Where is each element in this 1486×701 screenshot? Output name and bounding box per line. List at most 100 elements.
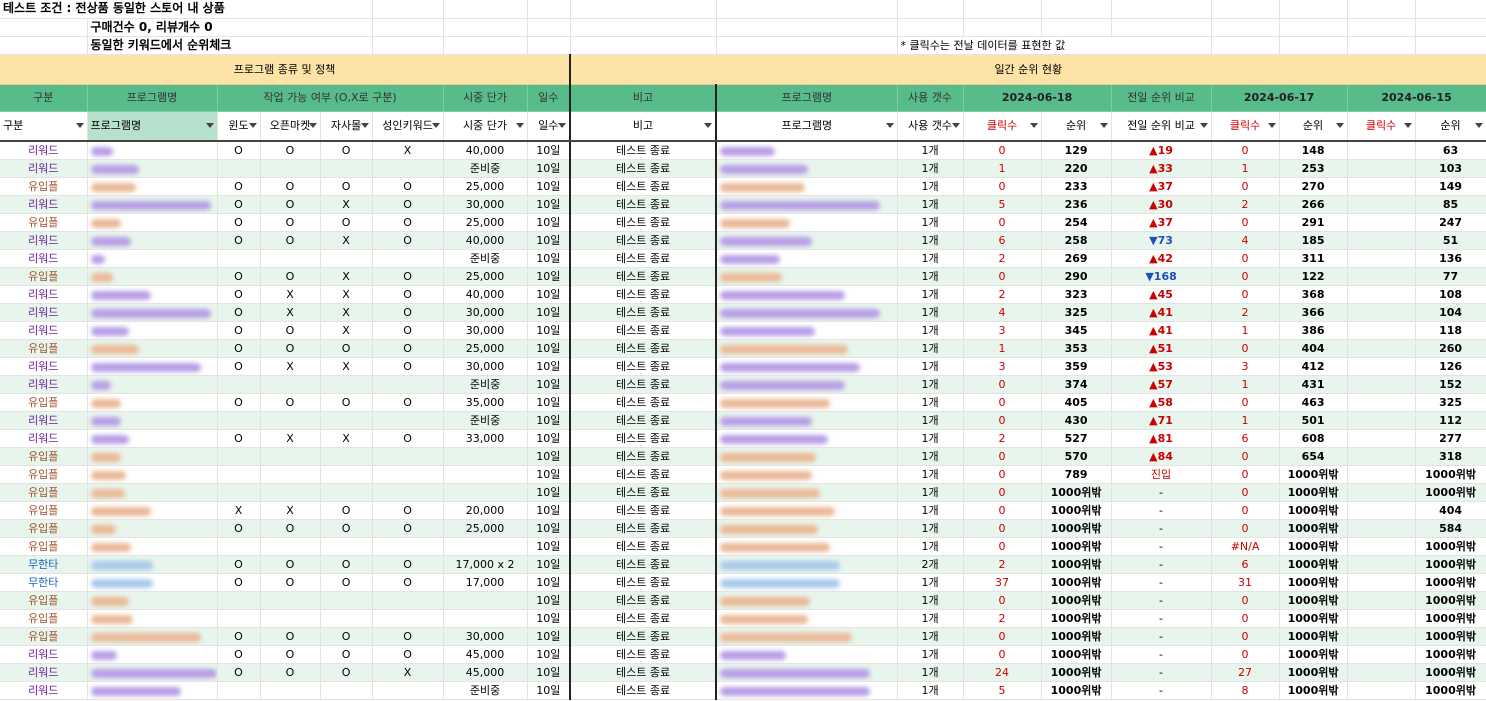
cell-count[interactable]: 1개 bbox=[897, 177, 964, 196]
cell-count[interactable]: 1개 bbox=[897, 627, 964, 646]
cell-count[interactable]: 1개 bbox=[897, 357, 964, 376]
cell-clicks-0615[interactable]: 0 bbox=[1347, 627, 1416, 646]
filter-cell[interactable]: 순위 bbox=[1415, 111, 1486, 142]
cell-adult-keyword[interactable]: O bbox=[372, 195, 444, 214]
header-date-1[interactable]: 2024-06-18 bbox=[963, 84, 1112, 112]
cell-clicks-0618[interactable]: 5 bbox=[963, 195, 1042, 214]
cell-openmarket[interactable]: O bbox=[260, 555, 321, 574]
cell-rank-0618[interactable]: 290 bbox=[1041, 267, 1112, 286]
cell-remark[interactable]: 테스트 종료 bbox=[570, 519, 718, 538]
cell-category[interactable]: 유입플 bbox=[0, 213, 88, 232]
cell-window[interactable]: O bbox=[217, 195, 261, 214]
cell-program-name-2[interactable] bbox=[716, 465, 898, 484]
header-compare[interactable]: 전일 순위 비교 bbox=[1111, 84, 1212, 112]
filter-icon[interactable] bbox=[558, 122, 567, 128]
cell-program-name[interactable] bbox=[87, 375, 218, 394]
cell-program-name[interactable] bbox=[87, 447, 218, 466]
cell-rank-0618[interactable]: 1000위밖 bbox=[1041, 537, 1112, 556]
cell-compare[interactable]: ▲19 bbox=[1111, 141, 1212, 160]
cell-window[interactable]: O bbox=[217, 267, 261, 286]
test-condition-line3[interactable]: 동일한 키워드에서 순위체크 bbox=[87, 36, 373, 55]
cell-own-mall[interactable] bbox=[320, 537, 373, 556]
cell-rank-0615[interactable]: 1000위밖 bbox=[1415, 537, 1486, 556]
cell-rank-0617[interactable]: 1000위밖 bbox=[1279, 465, 1348, 484]
cell-clicks-0618[interactable]: 5 bbox=[963, 681, 1042, 700]
cell-program-name[interactable] bbox=[87, 159, 218, 178]
cell-program-name[interactable] bbox=[87, 627, 218, 646]
cell-program-name-2[interactable] bbox=[716, 609, 898, 628]
cell-program-name-2[interactable] bbox=[716, 627, 898, 646]
cell-clicks-0617[interactable]: 0 bbox=[1211, 609, 1280, 628]
cell-compare[interactable]: - bbox=[1111, 663, 1212, 682]
cell-category[interactable]: 유입플 bbox=[0, 609, 88, 628]
cell-rank-0617[interactable]: 1000위밖 bbox=[1279, 573, 1348, 592]
cell-program-name[interactable] bbox=[87, 357, 218, 376]
cell-own-mall[interactable]: X bbox=[320, 321, 373, 340]
cell-days[interactable]: 10일 bbox=[527, 429, 572, 448]
cell-remark[interactable]: 테스트 종료 bbox=[570, 429, 718, 448]
cell-clicks-0615[interactable]: 6 bbox=[1347, 429, 1416, 448]
cell-rank-0615[interactable]: 404 bbox=[1415, 501, 1486, 520]
cell-rank-0618[interactable]: 1000위밖 bbox=[1041, 627, 1112, 646]
cell-clicks-0617[interactable]: #N/A bbox=[1211, 537, 1280, 556]
cell-openmarket[interactable]: O bbox=[260, 177, 321, 196]
cell-adult-keyword[interactable]: O bbox=[372, 555, 444, 574]
cell-rank-0615[interactable]: 1000위밖 bbox=[1415, 681, 1486, 700]
cell-clicks-0617[interactable]: 1 bbox=[1211, 321, 1280, 340]
cell-category[interactable]: 유입플 bbox=[0, 447, 88, 466]
cell-compare[interactable]: ▼168 bbox=[1111, 267, 1212, 286]
cell-openmarket[interactable] bbox=[260, 483, 321, 502]
cell-count[interactable]: 1개 bbox=[897, 645, 964, 664]
cell-price[interactable] bbox=[443, 609, 528, 628]
cell-clicks-0618[interactable]: 2 bbox=[963, 249, 1042, 268]
cell-openmarket[interactable] bbox=[260, 681, 321, 700]
cell-compare[interactable]: - bbox=[1111, 681, 1212, 700]
cell-adult-keyword[interactable]: O bbox=[372, 321, 444, 340]
cell-openmarket[interactable]: O bbox=[260, 627, 321, 646]
cell-clicks-0617[interactable]: 0 bbox=[1211, 519, 1280, 538]
filter-cell[interactable]: 순위 bbox=[1041, 111, 1112, 142]
cell-openmarket[interactable] bbox=[260, 375, 321, 394]
cell-adult-keyword[interactable]: O bbox=[372, 213, 444, 232]
cell-rank-0617[interactable]: 366 bbox=[1279, 303, 1348, 322]
cell-program-name[interactable] bbox=[87, 231, 218, 250]
filter-icon[interactable] bbox=[1403, 122, 1412, 128]
cell-rank-0617[interactable]: 1000위밖 bbox=[1279, 537, 1348, 556]
cell-category[interactable]: 유입플 bbox=[0, 537, 88, 556]
cell-remark[interactable]: 테스트 종료 bbox=[570, 447, 718, 466]
cell-category[interactable]: 유입플 bbox=[0, 627, 88, 646]
cell-program-name[interactable] bbox=[87, 537, 218, 556]
cell-adult-keyword[interactable]: X bbox=[372, 141, 444, 160]
cell-price[interactable]: 25,000 bbox=[443, 213, 528, 232]
cell-program-name-2[interactable] bbox=[716, 681, 898, 700]
header-work-available[interactable]: 작업 가능 여부 (O,X로 구분) bbox=[217, 84, 444, 112]
cell-window[interactable] bbox=[217, 465, 261, 484]
cell-own-mall[interactable]: X bbox=[320, 303, 373, 322]
cell-rank-0617[interactable]: 253 bbox=[1279, 159, 1348, 178]
cell-remark[interactable]: 테스트 종료 bbox=[570, 591, 718, 610]
cell-clicks-0617[interactable]: 0 bbox=[1211, 591, 1280, 610]
cell-price[interactable]: 25,000 bbox=[443, 339, 528, 358]
cell-clicks-0615[interactable]: 0 bbox=[1347, 339, 1416, 358]
filter-icon[interactable] bbox=[248, 122, 257, 128]
cell-price[interactable] bbox=[443, 465, 528, 484]
filter-icon[interactable] bbox=[205, 122, 214, 128]
cell-adult-keyword[interactable] bbox=[372, 447, 444, 466]
cell-own-mall[interactable]: O bbox=[320, 141, 373, 160]
cell-remark[interactable]: 테스트 종료 bbox=[570, 177, 718, 196]
cell-count[interactable]: 1개 bbox=[897, 393, 964, 412]
cell-remark[interactable]: 테스트 종료 bbox=[570, 195, 718, 214]
cell-count[interactable]: 1개 bbox=[897, 465, 964, 484]
cell-rank-0615[interactable]: 1000위밖 bbox=[1415, 645, 1486, 664]
cell-adult-keyword[interactable] bbox=[372, 411, 444, 430]
filter-cell[interactable]: 일수 bbox=[527, 111, 572, 142]
filter-icon[interactable] bbox=[885, 122, 894, 128]
cell-own-mall[interactable]: O bbox=[320, 213, 373, 232]
cell-days[interactable]: 10일 bbox=[527, 285, 572, 304]
cell-price[interactable]: 35,000 bbox=[443, 393, 528, 412]
cell-adult-keyword[interactable] bbox=[372, 609, 444, 628]
cell-program-name[interactable] bbox=[87, 681, 218, 700]
cell-price[interactable]: 17,000 x 2 bbox=[443, 555, 528, 574]
cell-window[interactable]: O bbox=[217, 141, 261, 160]
cell-clicks-0617[interactable]: 0 bbox=[1211, 447, 1280, 466]
